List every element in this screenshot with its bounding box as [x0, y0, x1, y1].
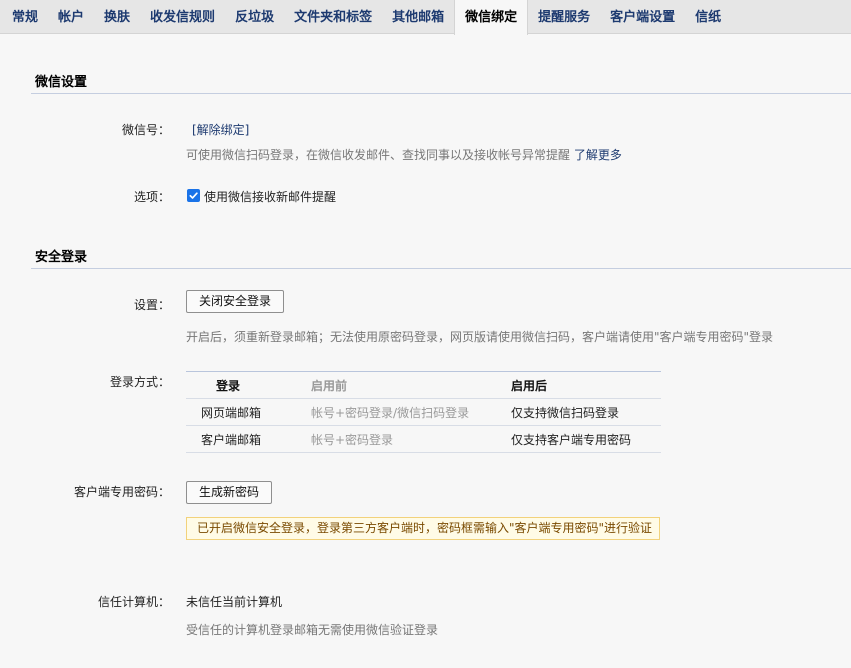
generate-password-button[interactable]: 生成新密码 [186, 481, 273, 504]
security-section-divider [31, 268, 851, 269]
secure-login-hint: 开启后，须重新登录邮箱；无法使用原密码登录，网页版请使用微信扫码，客户端请使用"… [186, 330, 774, 344]
trust-computer-hint: 受信任的计算机登录邮箱无需使用微信验证登录 [186, 623, 439, 637]
header-before: 启用前 [311, 371, 511, 399]
wechat-section-divider [31, 93, 851, 94]
header-after: 启用后 [511, 371, 661, 399]
tab-skin[interactable]: 换肤 [94, 0, 140, 34]
checkmark-icon [189, 192, 198, 199]
new-mail-reminder-label[interactable]: 使用微信接收新邮件提醒 [204, 188, 336, 205]
table-header-row: 登录 启用前 启用后 [186, 371, 661, 399]
close-secure-login-button[interactable]: 关闭安全登录 [186, 290, 285, 313]
wechat-section-title: 微信设置 [35, 75, 88, 90]
row-web-after: 仅支持微信扫码登录 [511, 398, 661, 426]
tab-anti-spam[interactable]: 反垃圾 [225, 0, 284, 34]
row-client-type: 客户端邮箱 [186, 425, 311, 453]
row-web-before: 帐号+密码登录/微信扫码登录 [311, 398, 511, 426]
tab-stationery[interactable]: 信纸 [685, 0, 731, 34]
learn-more-link[interactable]: 了解更多 [574, 148, 622, 162]
secure-login-notice: 已开启微信安全登录，登录第三方客户端时，密码框需输入"客户端专用密码"进行验证 [186, 517, 660, 540]
options-label: 选项： [133, 190, 170, 204]
login-method-table: 登录 启用前 启用后 网页端邮箱 帐号+密码登录/微信扫码登录 仅支持微信扫码登… [186, 371, 661, 453]
tab-folders-labels[interactable]: 文件夹和标签 [284, 0, 382, 34]
trust-computer-value: 未信任当前计算机 [186, 595, 283, 609]
tab-account[interactable]: 帐户 [48, 0, 94, 34]
security-section-title: 安全登录 [35, 250, 88, 265]
settings-tab-bar: 常规 帐户 换肤 收发信规则 反垃圾 文件夹和标签 其他邮箱 微信绑定 提醒服务… [0, 0, 851, 35]
table-row: 网页端邮箱 帐号+密码登录/微信扫码登录 仅支持微信扫码登录 [186, 398, 661, 426]
row-web-type: 网页端邮箱 [186, 398, 311, 426]
tab-mail-rules[interactable]: 收发信规则 [140, 0, 225, 34]
tab-wechat-binding[interactable]: 微信绑定 [454, 0, 529, 35]
header-login: 登录 [186, 371, 311, 399]
setting-label: 设置： [133, 298, 170, 312]
login-method-label: 登录方式： [109, 375, 170, 389]
tab-reminder[interactable]: 提醒服务 [528, 0, 600, 34]
row-client-before: 帐号+密码登录 [311, 425, 511, 453]
tab-general[interactable]: 常规 [2, 0, 48, 34]
tab-client-settings[interactable]: 客户端设置 [600, 0, 685, 34]
table-row: 客户端邮箱 帐号+密码登录 仅支持客户端专用密码 [186, 425, 661, 453]
wechat-hint: 可使用微信扫码登录，在微信收发邮件、查找同事以及接收帐号异常提醒 了解更多 [186, 146, 622, 163]
wechat-account-label: 微信号： [121, 123, 170, 137]
trust-computer-label: 信任计算机： [97, 595, 170, 609]
row-client-after: 仅支持客户端专用密码 [511, 425, 661, 453]
new-mail-reminder-checkbox[interactable] [187, 189, 200, 202]
tab-other-mailbox[interactable]: 其他邮箱 [382, 0, 454, 34]
unbind-link[interactable]: [解除绑定] [192, 121, 249, 138]
client-password-label: 客户端专用密码： [73, 485, 170, 499]
wechat-hint-text: 可使用微信扫码登录，在微信收发邮件、查找同事以及接收帐号异常提醒 [186, 148, 571, 162]
